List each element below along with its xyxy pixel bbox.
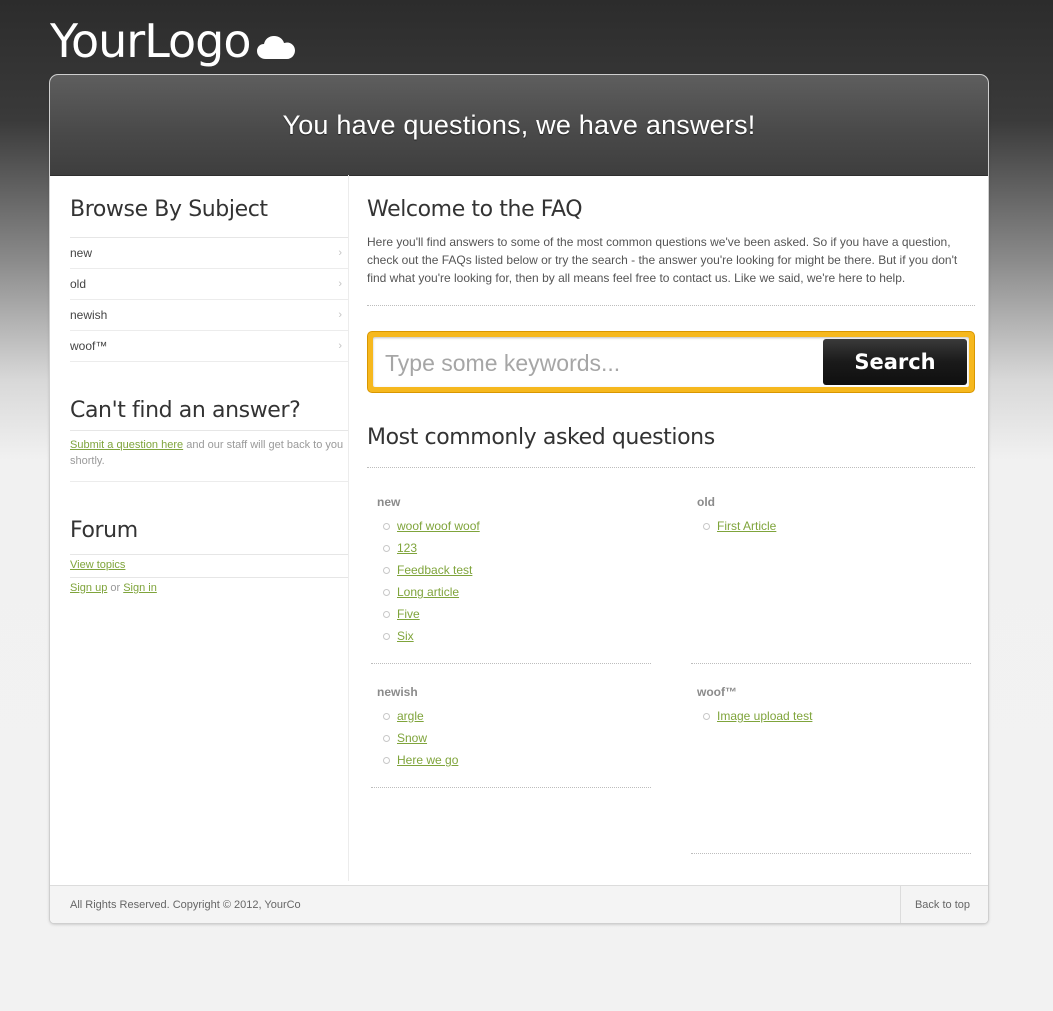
list-item: Five bbox=[377, 603, 480, 625]
list-item: Snow bbox=[377, 727, 458, 749]
chevron-right-icon: › bbox=[338, 340, 342, 352]
divider bbox=[371, 663, 651, 664]
subject-item-woof[interactable]: woof™ › bbox=[70, 331, 348, 362]
back-to-top-link[interactable]: Back to top bbox=[899, 886, 988, 923]
sidebar: Browse By Subject new › old › newish › w… bbox=[70, 175, 348, 600]
view-topics-link[interactable]: View topics bbox=[70, 559, 125, 571]
list-item: Feedback test bbox=[377, 559, 480, 581]
question-link[interactable]: Feedback test bbox=[397, 563, 472, 577]
bullet-icon bbox=[703, 712, 710, 720]
question-link[interactable]: Here we go bbox=[397, 753, 458, 767]
bullet-icon bbox=[383, 544, 390, 552]
browse-heading: Browse By Subject bbox=[70, 197, 268, 222]
list-item: Here we go bbox=[377, 749, 458, 771]
submit-question-text: Submit a question here and our staff wil… bbox=[70, 430, 348, 482]
question-link[interactable]: Six bbox=[397, 629, 414, 643]
bullet-icon bbox=[383, 756, 390, 764]
forum-auth-row: Sign up or Sign in bbox=[70, 577, 348, 600]
question-link[interactable]: woof woof woof bbox=[397, 519, 480, 533]
category-title: woof™ bbox=[697, 685, 737, 699]
submit-question-link[interactable]: Submit a question here bbox=[70, 439, 183, 451]
sign-in-link[interactable]: Sign in bbox=[123, 582, 157, 594]
category-new: new woof woof woof 123 Feedback test Lon… bbox=[377, 495, 480, 647]
question-link[interactable]: Five bbox=[397, 607, 420, 621]
question-link[interactable]: Snow bbox=[397, 731, 427, 745]
list-item: Image upload test bbox=[697, 705, 812, 727]
subject-label: newish bbox=[70, 308, 108, 322]
bullet-icon bbox=[383, 632, 390, 640]
subject-label: old bbox=[70, 277, 87, 291]
search-box: Search bbox=[367, 331, 975, 393]
question-link[interactable]: Long article bbox=[397, 585, 459, 599]
search-button[interactable]: Search bbox=[823, 339, 967, 385]
cant-find-heading: Can't find an answer? bbox=[70, 398, 301, 423]
subject-item-newish[interactable]: newish › bbox=[70, 300, 348, 331]
main-container: You have questions, we have answers! Bro… bbox=[50, 75, 988, 923]
bullet-icon bbox=[383, 712, 390, 720]
intro-text: Here you'll find answers to some of the … bbox=[367, 235, 958, 285]
chevron-right-icon: › bbox=[338, 278, 342, 290]
chevron-right-icon: › bbox=[338, 309, 342, 321]
main-content: Welcome to the FAQ Here you'll find answ… bbox=[367, 175, 975, 881]
question-list: argle Snow Here we go bbox=[377, 705, 458, 771]
cloud-icon bbox=[256, 36, 295, 59]
subject-item-old[interactable]: old › bbox=[70, 269, 348, 300]
subject-list: new › old › newish › woof™ › bbox=[70, 237, 348, 362]
question-list: woof woof woof 123 Feedback test Long ar… bbox=[377, 515, 480, 647]
category-old: old First Article bbox=[697, 495, 776, 537]
banner-headline: You have questions, we have answers! bbox=[282, 109, 756, 140]
question-list: First Article bbox=[697, 515, 776, 537]
category-title: old bbox=[697, 495, 715, 509]
welcome-heading: Welcome to the FAQ bbox=[367, 197, 583, 222]
list-item: Six bbox=[377, 625, 480, 647]
category-title: newish bbox=[377, 685, 418, 699]
chevron-right-icon: › bbox=[338, 247, 342, 259]
bullet-icon bbox=[703, 522, 710, 530]
logo-text: YourLogo bbox=[50, 14, 252, 68]
footer: All Rights Reserved. Copyright © 2012, Y… bbox=[50, 885, 988, 923]
copyright-text: All Rights Reserved. Copyright © 2012, Y… bbox=[70, 899, 301, 911]
divider bbox=[691, 853, 971, 854]
divider bbox=[367, 305, 975, 306]
subject-label: new bbox=[70, 246, 93, 260]
subject-item-new[interactable]: new › bbox=[70, 238, 348, 269]
forum-heading: Forum bbox=[70, 518, 138, 543]
common-questions-heading: Most commonly asked questions bbox=[367, 425, 715, 450]
search-input[interactable] bbox=[383, 337, 817, 389]
category-newish: newish argle Snow Here we go bbox=[377, 685, 458, 771]
bullet-icon bbox=[383, 566, 390, 574]
hero-banner: You have questions, we have answers! bbox=[50, 75, 988, 176]
question-link[interactable]: argle bbox=[397, 709, 424, 723]
question-link[interactable]: 123 bbox=[397, 541, 417, 555]
category-title: new bbox=[377, 495, 401, 509]
bullet-icon bbox=[383, 588, 390, 596]
question-list: Image upload test bbox=[697, 705, 812, 727]
divider bbox=[367, 467, 975, 468]
divider bbox=[691, 663, 971, 664]
sidebar-divider bbox=[348, 175, 349, 881]
list-item: Long article bbox=[377, 581, 480, 603]
bullet-icon bbox=[383, 522, 390, 530]
or-text: or bbox=[110, 582, 121, 594]
bullet-icon bbox=[383, 734, 390, 742]
search-field-wrapper: Search bbox=[373, 337, 969, 389]
category-woof: woof™ Image upload test bbox=[697, 685, 812, 727]
forum-view-topics-row: View topics bbox=[70, 554, 348, 577]
list-item: 123 bbox=[377, 537, 480, 559]
subject-label: woof™ bbox=[70, 339, 108, 353]
question-link[interactable]: Image upload test bbox=[717, 709, 812, 723]
site-logo[interactable]: YourLogo bbox=[50, 14, 295, 68]
divider bbox=[371, 787, 651, 788]
bullet-icon bbox=[383, 610, 390, 618]
question-link[interactable]: First Article bbox=[717, 519, 776, 533]
list-item: argle bbox=[377, 705, 458, 727]
list-item: First Article bbox=[697, 515, 776, 537]
sign-up-link[interactable]: Sign up bbox=[70, 582, 107, 594]
list-item: woof woof woof bbox=[377, 515, 480, 537]
